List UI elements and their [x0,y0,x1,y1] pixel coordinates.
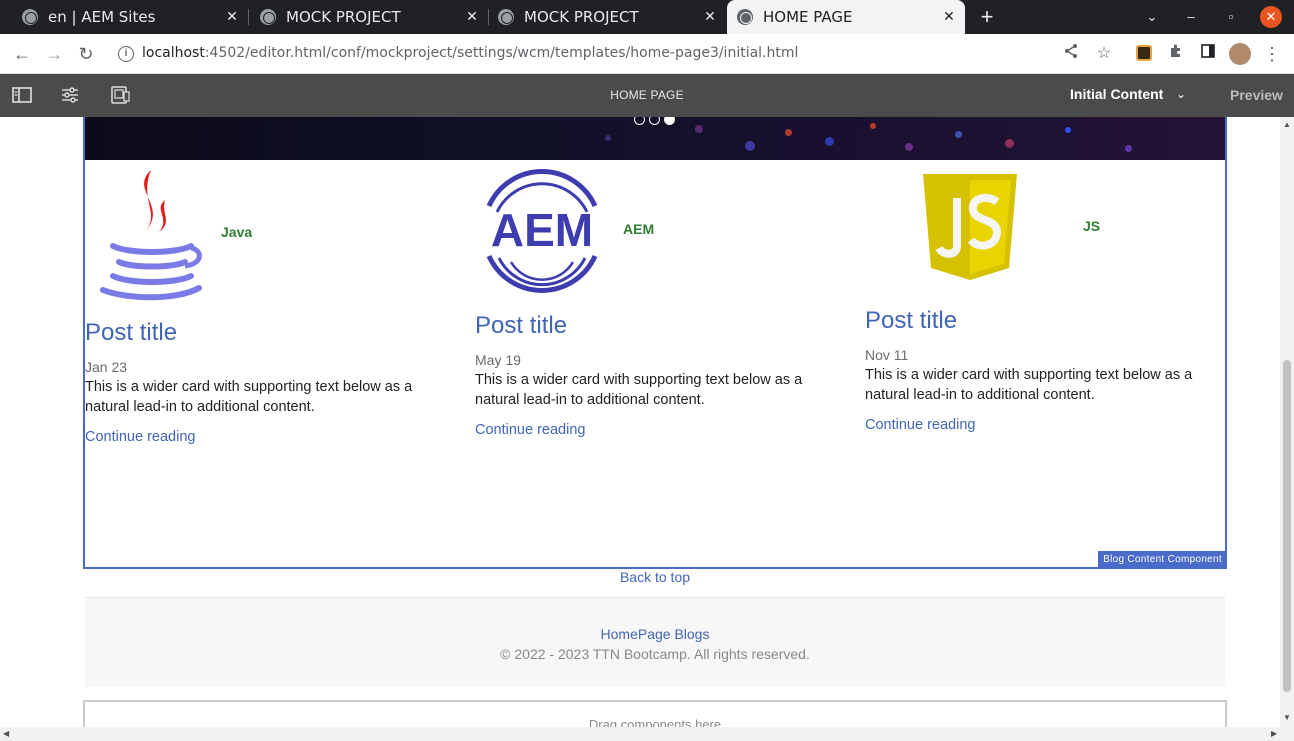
extensions-puzzle-icon[interactable] [1165,43,1187,65]
blog-card: JS Post title Nov 11 This is a wider car… [865,162,1225,452]
browser-tab-active[interactable]: HOME PAGE ✕ [727,0,965,34]
url-host: localhost [142,45,205,61]
browser-tab[interactable]: MOCK PROJECT ✕ [488,0,726,34]
address-bar[interactable]: i localhost:4502/editor.html/conf/mockpr… [108,39,1124,69]
browser-tab[interactable]: en | AEM Sites ✕ [8,0,249,34]
scroll-down-arrow-icon[interactable]: ▼ [1283,713,1291,722]
svg-text:AEM: AEM [491,204,593,256]
globe-icon [22,9,38,25]
kebab-menu-icon[interactable]: ⋮ [1261,43,1283,65]
share-icon[interactable] [1060,43,1082,65]
footer-copyright: © 2022 - 2023 TTN Bootcamp. All rights r… [500,646,810,662]
component-label: Blog Content Component [1098,551,1227,568]
continue-reading-link[interactable]: Continue reading [865,417,975,433]
scroll-right-arrow-icon[interactable]: ▶ [1271,729,1277,738]
aem-editor-toolbar: HOME PAGE Initial Content ⌄ Preview [0,74,1294,117]
profile-avatar[interactable] [1229,43,1251,65]
maximize-button[interactable]: ▫ [1220,6,1242,28]
dropzone-label: Drag components here [588,717,722,727]
java-logo [100,170,202,301]
card-date: Nov 11 [865,347,909,363]
window-close-button[interactable]: ✕ [1260,6,1282,28]
close-icon[interactable]: ✕ [224,9,240,25]
card-title: Post title [475,312,568,339]
url-path: :4502/editor.html/conf/mockproject/setti… [204,45,799,61]
horizontal-scrollbar[interactable]: ◀ ▶ [0,727,1294,741]
footer-link[interactable]: HomePage Blogs [85,626,1225,642]
globe-icon [498,9,514,25]
scrollbar-thumb[interactable] [1283,360,1291,692]
card-tag: Java [221,224,253,240]
side-panel-icon[interactable] [1197,43,1219,65]
browser-tab-strip: en | AEM Sites ✕ MOCK PROJECT ✕ MOCK PRO… [0,0,1294,34]
close-icon[interactable]: ✕ [941,9,957,25]
card-tag: AEM [623,221,655,237]
browser-tab[interactable]: MOCK PROJECT ✕ [248,0,489,34]
extension-icon[interactable] [1136,45,1152,61]
card-tag: JS [1083,218,1101,234]
continue-reading-link[interactable]: Continue reading [85,429,195,445]
preview-button[interactable]: Preview [1230,87,1283,103]
card-text: This is a wider card with supporting tex… [475,372,803,408]
minimize-button[interactable]: – [1180,6,1202,28]
url-text[interactable]: localhost:4502/editor.html/conf/mockproj… [142,45,798,61]
blog-card: AEM AEM Post title May 19 This is a wide… [475,162,835,452]
card-title: Post title [85,319,178,346]
scroll-up-arrow-icon[interactable]: ▲ [1283,120,1291,129]
tab-search-icon[interactable]: ⌄ [1141,6,1163,28]
mode-selector[interactable]: Initial Content [1070,86,1163,102]
page-footer: HomePage Blogs © 2022 - 2023 TTN Bootcam… [85,597,1225,687]
tab-title: MOCK PROJECT [286,8,401,26]
new-tab-button[interactable]: + [976,5,998,29]
bookmark-star-icon[interactable]: ☆ [1093,43,1115,65]
reload-icon[interactable]: ↻ [74,42,98,66]
globe-icon [260,9,276,25]
close-icon[interactable]: ✕ [464,9,480,25]
continue-reading-link[interactable]: Continue reading [475,422,585,438]
tab-title: en | AEM Sites [48,8,156,26]
site-info-icon[interactable]: i [118,46,134,62]
card-date: May 19 [475,352,521,368]
card-date: Jan 23 [85,359,128,375]
chevron-down-icon[interactable]: ⌄ [1176,87,1186,101]
page-canvas: Blog Content Component Java Post title J… [0,117,1280,727]
card-title: Post title [865,307,958,334]
aem-logo: AEM [486,169,598,293]
tab-title: HOME PAGE [763,8,853,26]
card-text: This is a wider card with supporting tex… [85,379,413,415]
browser-toolbar: ← → ↻ i localhost:4502/editor.html/conf/… [0,34,1294,74]
vertical-scrollbar[interactable]: ▲ ▼ [1280,117,1294,727]
forward-arrow-icon[interactable]: → [42,42,66,66]
globe-icon [737,9,753,25]
back-arrow-icon[interactable]: ← [10,42,34,66]
tab-title: MOCK PROJECT [524,8,639,26]
scroll-left-arrow-icon[interactable]: ◀ [3,729,9,738]
card-text: This is a wider card with supporting tex… [865,367,1193,403]
close-icon[interactable]: ✕ [702,9,718,25]
back-to-top-link[interactable]: Back to top [0,569,1280,585]
drag-components-dropzone[interactable]: Drag components here [83,700,1227,727]
blog-card: Java Post title Jan 23 This is a wider c… [85,162,445,452]
js-logo [923,174,1017,280]
